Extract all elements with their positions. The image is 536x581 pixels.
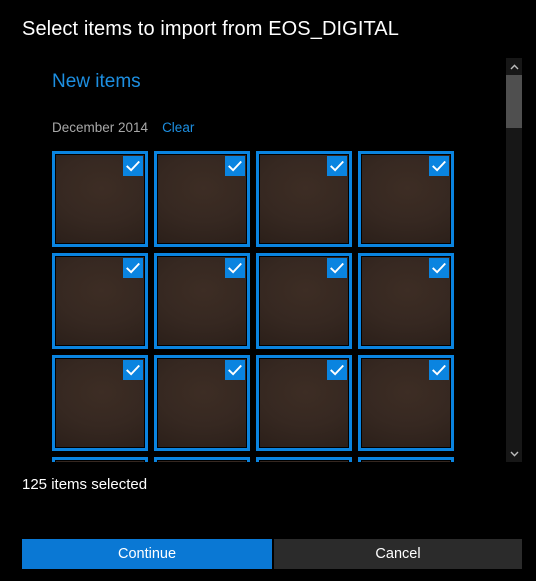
- checkmark-icon: [330, 262, 344, 274]
- thumbnail-tile[interactable]: [52, 253, 148, 349]
- date-group-row: December 2014 Clear: [52, 120, 194, 136]
- continue-button[interactable]: Continue: [22, 539, 272, 569]
- page-title: Select items to import from EOS_DIGITAL: [22, 18, 399, 40]
- checkmark-icon: [228, 262, 242, 274]
- thumbnail-checkbox[interactable]: [327, 360, 347, 380]
- thumbnail-checkbox[interactable]: [123, 258, 143, 278]
- checkmark-icon: [330, 160, 344, 172]
- thumbnail-checkbox[interactable]: [225, 258, 245, 278]
- thumbnail-tile[interactable]: [154, 457, 250, 462]
- thumbnail-tile[interactable]: [358, 457, 454, 462]
- clear-selection-link[interactable]: Clear: [162, 120, 194, 135]
- thumbnail-tile[interactable]: [358, 151, 454, 247]
- thumbnail-tile[interactable]: [52, 355, 148, 451]
- thumbnail-checkbox[interactable]: [429, 258, 449, 278]
- scroll-down-button[interactable]: [506, 445, 522, 462]
- vertical-scrollbar[interactable]: [506, 58, 522, 462]
- checkmark-icon: [330, 364, 344, 376]
- thumbnail-tile[interactable]: [256, 355, 352, 451]
- checkmark-icon: [228, 160, 242, 172]
- footer-button-bar: Continue Cancel: [22, 539, 522, 569]
- thumbnail-tile[interactable]: [358, 355, 454, 451]
- checkmark-icon: [126, 160, 140, 172]
- thumbnail-grid: [52, 151, 466, 462]
- thumbnail-checkbox[interactable]: [327, 156, 347, 176]
- group-header-new-items: New items: [52, 71, 141, 92]
- scrollbar-thumb[interactable]: [506, 75, 522, 128]
- items-scroll-viewport: New items December 2014 Clear: [0, 58, 504, 462]
- chevron-up-icon: [509, 63, 519, 70]
- thumbnail-tile[interactable]: [52, 151, 148, 247]
- thumbnail-tile[interactable]: [154, 151, 250, 247]
- cancel-button[interactable]: Cancel: [274, 539, 522, 569]
- checkmark-icon: [228, 364, 242, 376]
- checkmark-icon: [432, 160, 446, 172]
- thumbnail-checkbox[interactable]: [429, 360, 449, 380]
- thumbnail-tile[interactable]: [154, 253, 250, 349]
- date-group-label: December 2014: [52, 120, 149, 135]
- checkmark-icon: [432, 364, 446, 376]
- thumbnail-tile[interactable]: [256, 457, 352, 462]
- thumbnail-tile[interactable]: [154, 355, 250, 451]
- scroll-up-button[interactable]: [506, 58, 522, 75]
- thumbnail-tile[interactable]: [256, 253, 352, 349]
- checkmark-icon: [432, 262, 446, 274]
- chevron-down-icon: [509, 451, 519, 457]
- status-badge: 125 items selected: [22, 476, 148, 493]
- thumbnail-checkbox[interactable]: [123, 360, 143, 380]
- thumbnail-checkbox[interactable]: [429, 156, 449, 176]
- thumbnail-checkbox[interactable]: [225, 156, 245, 176]
- thumbnail-checkbox[interactable]: [327, 258, 347, 278]
- thumbnail-tile[interactable]: [358, 253, 454, 349]
- checkmark-icon: [126, 364, 140, 376]
- thumbnail-checkbox[interactable]: [225, 360, 245, 380]
- thumbnail-tile[interactable]: [52, 457, 148, 462]
- checkmark-icon: [126, 262, 140, 274]
- thumbnail-checkbox[interactable]: [123, 156, 143, 176]
- thumbnail-tile[interactable]: [256, 151, 352, 247]
